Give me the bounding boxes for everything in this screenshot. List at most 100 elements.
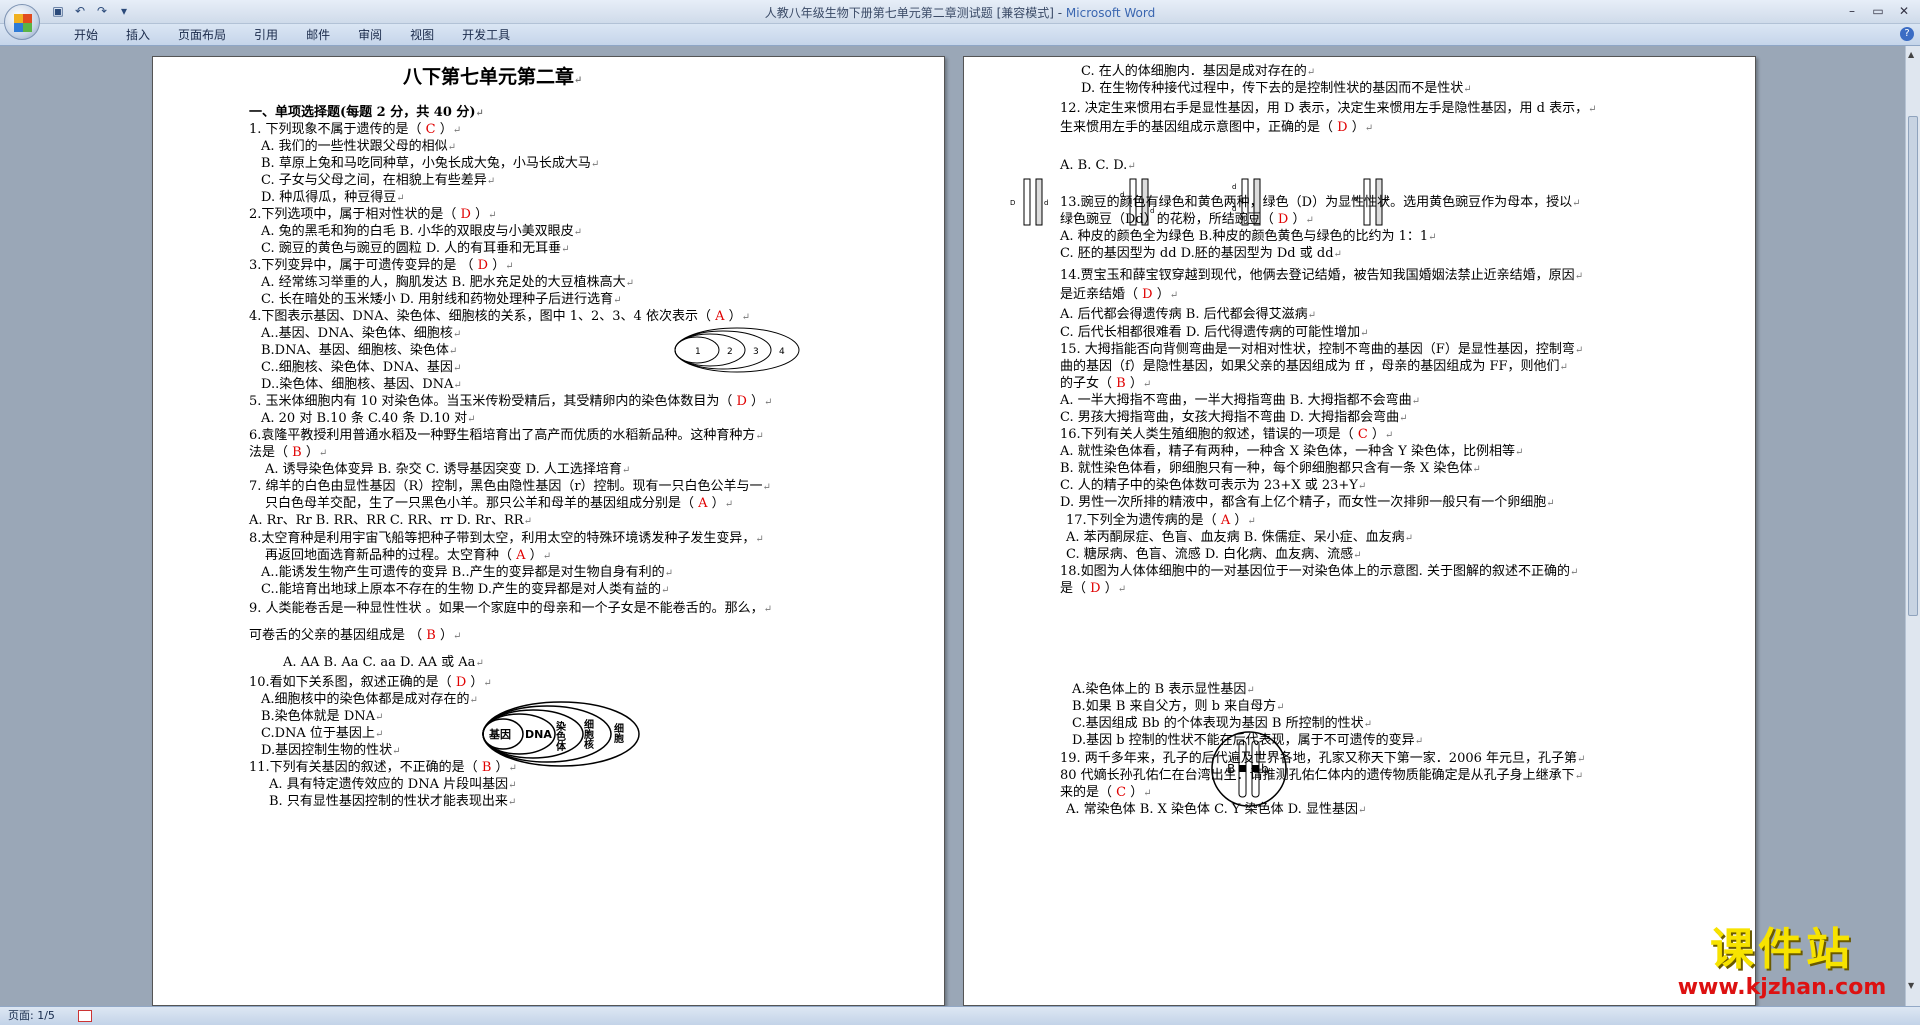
fig4-label: 2 xyxy=(727,347,733,357)
line-text: 可卷舌的父亲的基因组成是 （ xyxy=(249,628,423,643)
help-icon[interactable]: ? xyxy=(1900,27,1914,41)
answer-mark: B xyxy=(477,760,496,775)
document-page-2[interactable]: Dd dd dd dd B b C. 在人的体细胞内．基因是成对存在的↵ D. 在… xyxy=(963,56,1756,1006)
paragraph-mark-icon: ↵ xyxy=(561,244,570,255)
ribbon-tab[interactable]: 审阅 xyxy=(344,27,396,43)
line-text: D.基因控制生物的性状 xyxy=(261,743,393,758)
paragraph-mark-icon: ↵ xyxy=(1577,754,1586,765)
paragraph-mark-icon: ↵ xyxy=(1574,271,1584,282)
line-suffix: ） xyxy=(711,496,725,511)
paragraph-mark-icon: ↵ xyxy=(1357,805,1367,816)
paragraph-mark-icon: ↵ xyxy=(452,329,462,340)
question-line: 11.下列有关基因的叙述，不正确的是（ B ）↵ xyxy=(249,759,517,777)
paragraph-mark-icon: ↵ xyxy=(625,278,634,289)
status-bar: 页面: 1/5 xyxy=(0,1006,1920,1025)
paragraph-mark-icon: ↵ xyxy=(660,585,670,596)
question-line: A.染色体上的 B 表示显性基因↵ xyxy=(1072,681,1255,699)
ribbon-tab[interactable]: 邮件 xyxy=(292,27,344,43)
question-line: 是近亲结婚（ D ）↵ xyxy=(1060,286,1178,304)
paragraph-mark-icon: ↵ xyxy=(1142,379,1152,390)
paragraph-mark-icon: ↵ xyxy=(1307,310,1316,321)
question-line: C..细胞核、染色体、DNA、基因↵ xyxy=(261,359,461,377)
line-suffix: ） xyxy=(1129,376,1143,391)
line-text: 绿色豌豆（Dd）的花粉，所结豌豆（ xyxy=(1060,212,1274,227)
maximize-icon[interactable]: ▭ xyxy=(1866,2,1890,20)
ribbon-tab[interactable]: 页面布局 xyxy=(164,27,240,43)
line-text: A. 就性染色体看，精子有两种，一种含 X 染色体，一种含 Y 染色体，比例相等 xyxy=(1060,444,1516,459)
question-line: C. 长在暗处的玉米矮小 D. 用射线和药物处理种子后进行选育↵ xyxy=(261,291,622,309)
line-text: 8.太空育种是利用宇宙飞船等把种子带到太空，利用太空的特殊环境诱发种子发生变异， xyxy=(249,531,756,546)
close-icon[interactable]: ✕ xyxy=(1892,2,1916,20)
line-text: 再返回地面选育新品种的过程。太空育种（ xyxy=(265,548,513,563)
line-text: A. 苯丙酮尿症、色盲、血友病 B. 侏儒症、呆小症、血友病 xyxy=(1066,530,1405,545)
paragraph-mark-icon: ↵ xyxy=(1360,328,1369,339)
question-line: 法是（ B ）↵ xyxy=(249,444,327,462)
ribbon-tab[interactable]: 引用 xyxy=(240,27,292,43)
paragraph-mark-icon: ↵ xyxy=(764,397,773,408)
line-text: 19. 两千多年来，孔子的后代遍及世界各地，孔家又称天下第一家．2006 年元旦… xyxy=(1060,751,1578,766)
paragraph-mark-icon: ↵ xyxy=(452,631,462,642)
ribbon-tab[interactable]: 插入 xyxy=(112,27,164,43)
ribbon-tab[interactable]: 开发工具 xyxy=(448,27,524,43)
paragraph-mark-icon: ↵ xyxy=(1404,533,1413,544)
question-line: 9. 人类能卷舌是一种显性性状 。如果一个家庭中的母亲和一个子女是不能卷舌的。那… xyxy=(249,600,772,618)
paragraph-mark-icon: ↵ xyxy=(1569,567,1579,578)
question-line: 2.下列选项中，属于相对性状的是（ D ）↵ xyxy=(249,206,497,224)
paragraph-mark-icon: ↵ xyxy=(318,448,328,459)
question-line: 14.贾宝玉和薛宝钗穿越到现代，他俩去登记结婚，被告知我国婚姻法禁止近亲结婚，原… xyxy=(1060,267,1583,285)
question-line: A. 诱导染色体变异 B. 杂交 C. 诱导基因突变 D. 人工选择培育↵ xyxy=(265,461,630,479)
app-name: Microsoft Word xyxy=(1065,6,1156,20)
paragraph-mark-icon: ↵ xyxy=(508,780,517,791)
question-line: A.细胞核中的染色体都是成对存在的↵ xyxy=(261,691,478,709)
paragraph-mark-icon: ↵ xyxy=(1414,736,1424,747)
document-page-1[interactable]: 1 2 3 4 基因 DNA 染色体 细胞核 细胞 八下第七单元第二章↵ 一、单项… xyxy=(152,56,945,1006)
line-text: 9. 人类能卷舌是一种显性性状 。如果一个家庭中的母亲和一个子女是不能卷舌的。那… xyxy=(249,601,764,616)
line-text: 6.袁隆平教授利用普通水稻及一种野生稻培育出了高产而优质的水稻新品种。这种育种方 xyxy=(249,428,756,443)
paragraph-mark-icon: ↵ xyxy=(1472,464,1481,475)
option-a-chromosomes: Dd xyxy=(1010,178,1048,226)
question-line: 12. 决定生来惯用右手是显性基因，用 D 表示，决定生来惯用左手是隐性基因，用… xyxy=(1060,100,1596,118)
line-suffix: ） xyxy=(1130,785,1144,800)
line-text: A. 20 对 B.10 条 C.40 条 D.10 对 xyxy=(261,411,468,426)
paragraph-mark-icon: ↵ xyxy=(483,678,492,689)
vertical-scrollbar[interactable]: ▲ ▼ xyxy=(1905,46,1920,1006)
ribbon-tab[interactable]: 视图 xyxy=(396,27,448,43)
question-line: 绿色豌豆（Dd）的花粉，所结豌豆（ D ）↵ xyxy=(1060,211,1314,229)
line-text: C. 胚的基因型为 dd D.胚的基因型为 Dd 或 dd xyxy=(1060,246,1334,261)
question-line: B. 草原上兔和马吃同种草，小兔长成大兔，小马长成大马↵ xyxy=(261,155,599,173)
question-line: 8.太空育种是利用宇宙飞船等把种子带到太空，利用太空的特殊环境诱发种子发生变异，… xyxy=(249,530,764,548)
proofing-icon[interactable] xyxy=(78,1010,92,1022)
window-controls: – ▭ ✕ xyxy=(1840,2,1916,20)
line-suffix: ） xyxy=(751,394,765,409)
scroll-thumb[interactable] xyxy=(1908,116,1918,616)
paragraph-mark-icon: ↵ xyxy=(574,75,583,86)
line-suffix: ） xyxy=(475,207,489,222)
answer-mark: A xyxy=(710,309,729,324)
line-text: 2.下列选项中，属于相对性状的是（ xyxy=(249,207,457,222)
line-suffix: ） xyxy=(305,445,319,460)
line-text: A. 经常练习举重的人，胸肌发达 B. 肥水充足处的大豆植株高大 xyxy=(261,275,626,290)
answer-mark: A xyxy=(512,548,530,563)
line-suffix: ） xyxy=(439,628,453,643)
paragraph-mark-icon: ↵ xyxy=(1363,719,1372,730)
paragraph-mark-icon: ↵ xyxy=(664,568,673,579)
line-text: C..细胞核、染色体、DNA、基因 xyxy=(261,360,453,375)
office-button[interactable] xyxy=(4,4,40,40)
question-line: C. 子女与父母之间，在相貌上有些差异↵ xyxy=(261,172,495,190)
paragraph-mark-icon: ↵ xyxy=(1333,249,1342,260)
line-text: D..染色体、细胞核、基因、DNA xyxy=(261,377,454,392)
line-text: D. 在生物传种接代过程中，传下去的是控制性状的基因而不是性状 xyxy=(1081,81,1464,96)
page-indicator[interactable]: 页面: 1/5 xyxy=(8,1009,55,1022)
scroll-up-icon[interactable]: ▲ xyxy=(1908,50,1914,59)
paragraph-mark-icon: ↵ xyxy=(1127,161,1136,172)
ribbon: 开始 插入 页面布局 引用 邮件 审阅 视图 开发工具 ? xyxy=(0,24,1920,46)
question-line: 来的是（ C ）↵ xyxy=(1060,784,1152,802)
paragraph-mark-icon: ↵ xyxy=(475,658,484,669)
minimize-icon[interactable]: – xyxy=(1840,2,1864,20)
line-suffix: ） xyxy=(1371,427,1385,442)
line-text: 是（ xyxy=(1060,581,1087,596)
fig12-gene-label: D xyxy=(1010,199,1015,207)
line-text: A. 常染色体 B. X 染色体 C. Y 染色体 D. 显性基因 xyxy=(1066,802,1358,817)
paragraph-mark-icon: ↵ xyxy=(505,261,514,272)
ribbon-tab[interactable]: 开始 xyxy=(60,27,112,43)
